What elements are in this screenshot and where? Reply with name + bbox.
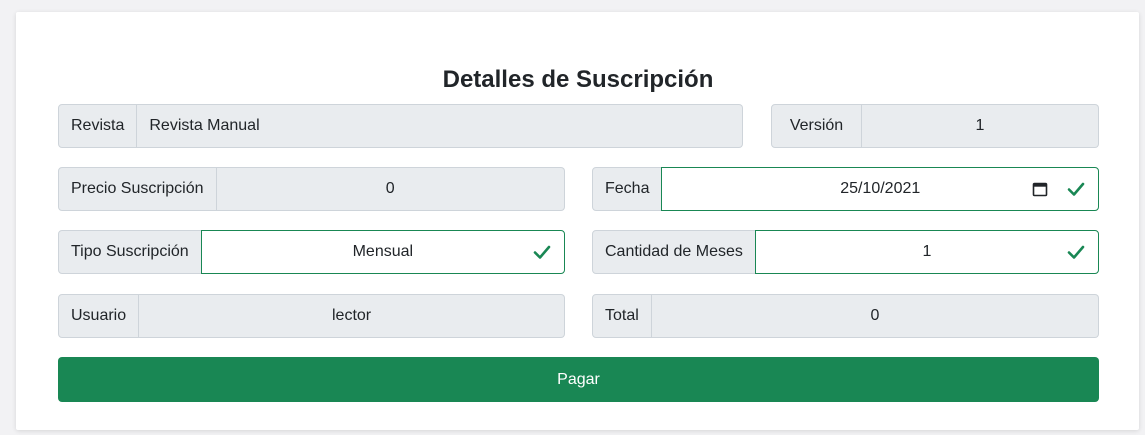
- revista-field: Revista Manual: [137, 104, 743, 148]
- check-icon: [1067, 245, 1085, 259]
- revista-group: Revista Revista Manual: [58, 104, 743, 148]
- precio-group: Precio Suscripción 0: [58, 167, 565, 211]
- total-label: Total: [592, 294, 652, 338]
- tipo-value: Mensual: [352, 243, 414, 260]
- pay-button[interactable]: Pagar: [58, 357, 1099, 402]
- check-icon: [533, 245, 551, 259]
- revista-label: Revista: [58, 104, 138, 148]
- meses-input[interactable]: 1: [754, 230, 1099, 274]
- calendar-icon[interactable]: [1032, 181, 1048, 197]
- version-group: Versión 1: [771, 104, 1099, 148]
- version-field: 1: [862, 104, 1099, 148]
- precio-field: 0: [216, 167, 565, 211]
- tipo-select[interactable]: Mensual: [200, 230, 565, 274]
- version-label: Versión: [771, 104, 862, 148]
- fecha-value: 25/10/2021: [840, 180, 921, 197]
- precio-label: Precio Suscripción: [58, 167, 217, 211]
- usuario-group: Usuario lector: [58, 294, 565, 338]
- page-title: Detalles de Suscripción: [442, 66, 714, 93]
- tipo-label: Tipo Suscripción: [58, 230, 202, 274]
- total-field: 0: [651, 294, 1099, 338]
- usuario-label: Usuario: [58, 294, 140, 338]
- fecha-group: Fecha 25/10/2021: [592, 167, 1099, 211]
- tipo-group: Tipo Suscripción Mensual: [58, 230, 565, 274]
- usuario-field: lector: [139, 294, 565, 338]
- check-icon: [1067, 182, 1085, 196]
- meses-group: Cantidad de Meses 1: [592, 230, 1099, 274]
- meses-label: Cantidad de Meses: [592, 230, 756, 274]
- total-group: Total 0: [592, 294, 1099, 338]
- meses-value: 1: [922, 243, 932, 260]
- fecha-input[interactable]: 25/10/2021: [661, 167, 1099, 211]
- fecha-label: Fecha: [592, 167, 663, 211]
